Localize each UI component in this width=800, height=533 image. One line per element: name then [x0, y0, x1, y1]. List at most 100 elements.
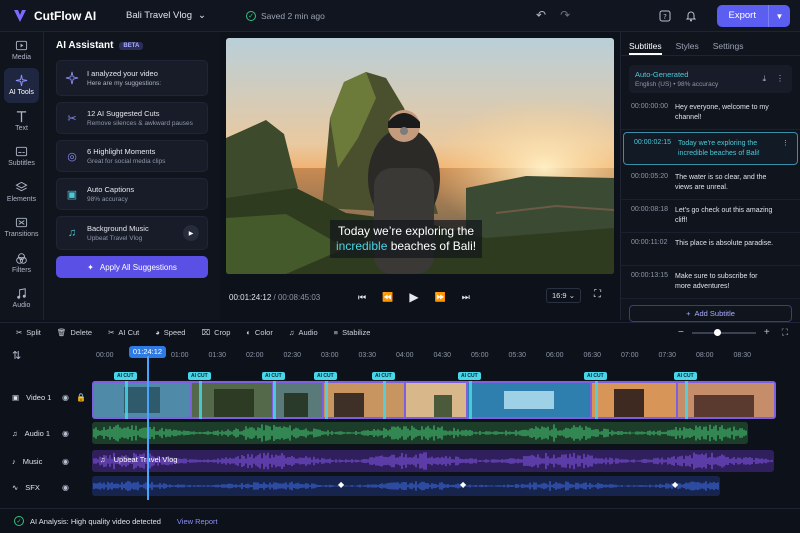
suggestion-captions[interactable]: ▣ Auto Captions 98% accuracy — [56, 178, 208, 210]
card-sub: Remove silences & awkward pauses — [87, 120, 193, 127]
suggestion-highlights[interactable]: ◎ 6 Highlight Moments Great for social me… — [56, 140, 208, 172]
fast-forward-icon[interactable]: ⏩ — [435, 292, 446, 303]
card-title: 6 Highlight Moments — [87, 147, 156, 156]
speed-tool[interactable]: ◕ Speed — [155, 328, 185, 337]
rail-elements[interactable]: Elements — [0, 174, 43, 210]
tab-settings[interactable]: Settings — [713, 41, 744, 55]
more-icon[interactable]: ⋮ — [776, 74, 784, 84]
subtitle-row[interactable]: 00:00:00:00 Hey everyone, welcome to my c… — [621, 97, 800, 130]
music-clip[interactable]: ♫ Upbeat Travel Vlog — [92, 450, 774, 472]
ai-cut-marker[interactable]: AI CUT — [314, 372, 337, 380]
zoom-in-icon[interactable]: + — [764, 327, 770, 338]
keyframe-diamond[interactable]: ◆ — [338, 480, 344, 489]
subtitle-text: Make sure to subscribe for more adventur… — [675, 273, 758, 290]
ai-cut-marker[interactable]: AI CUT — [114, 372, 137, 380]
view-report-link[interactable]: View Report — [177, 517, 218, 526]
ruler-tick: 01:30 — [208, 352, 227, 359]
logo[interactable]: CutFlow AI — [12, 8, 116, 24]
rail-subtitles[interactable]: Subtitles — [0, 139, 43, 175]
zoom-handle[interactable] — [713, 328, 721, 336]
tool-label: Speed — [163, 328, 186, 337]
project-selector[interactable]: Bali Travel Vlog ⌄ — [126, 10, 226, 21]
apply-all-label: Apply All Suggestions — [99, 262, 177, 272]
subtitle-row[interactable]: 00:00:13:15 Make sure to subscribe for mo… — [621, 266, 800, 299]
suggestion-music[interactable]: ♫ Background Music Upbeat Travel Vlog ▶ — [56, 216, 208, 250]
collapse-icon[interactable]: ⇅ — [12, 349, 21, 362]
suggestion-cuts[interactable]: ✂ 12 AI Suggested Cuts Remove silences & … — [56, 102, 208, 134]
lock-icon[interactable]: 🔒 — [76, 393, 86, 402]
fullscreen-icon[interactable]: ⛶ — [594, 289, 601, 300]
rail-text[interactable]: Text — [0, 103, 43, 139]
undo-icon[interactable]: ↶ — [536, 8, 546, 22]
ai-cut-marker[interactable]: AI CUT — [372, 372, 395, 380]
ai-cut-marker[interactable]: AI CUT — [188, 372, 211, 380]
time-separator: / — [273, 292, 276, 302]
music-clip-label: ♫ Upbeat Travel Vlog — [100, 455, 177, 464]
ai-cut-line — [595, 381, 598, 419]
crop-icon: ⌧ — [201, 328, 211, 337]
download-icon[interactable]: ⤓ — [762, 74, 766, 84]
zoom-out-icon[interactable]: − — [678, 327, 684, 338]
visibility-icon[interactable]: ◉ — [62, 393, 69, 402]
rail-media[interactable]: Media — [0, 32, 43, 68]
subtitle-text: Hey everyone, welcome to my channel! — [675, 104, 769, 121]
subtitle-row[interactable]: 00:00:08:18 Let's go check out this amazi… — [621, 200, 800, 233]
help-icon[interactable]: ? — [657, 8, 673, 24]
redo-icon[interactable]: ↷ — [560, 8, 570, 22]
rail-label: Media — [11, 53, 32, 61]
export-button[interactable]: Export ▼ — [716, 5, 790, 27]
add-subtitle-button[interactable]: + Add Subtitle — [629, 305, 792, 322]
play-preview-icon[interactable]: ▶ — [183, 225, 199, 241]
subtitle-time: 00:00:11:02 — [631, 239, 668, 246]
visibility-icon[interactable]: ◉ — [62, 429, 69, 438]
subtitle-row[interactable]: 00:00:05:20 The water is so clear, and th… — [621, 167, 800, 200]
crop-tool[interactable]: ⌧ Crop — [201, 328, 230, 337]
ai-cut-marker[interactable]: AI CUT — [674, 372, 697, 380]
aspect-ratio-select[interactable]: 16:9 ⌄ — [546, 288, 581, 303]
more-icon[interactable]: ⋮ — [782, 139, 789, 164]
subtitle-text: This place is absolute paradise. — [675, 240, 774, 247]
zoom-slider[interactable] — [691, 328, 756, 336]
ai-cut-tool[interactable]: ✂ AI Cut — [108, 328, 139, 337]
tab-subtitles[interactable]: Subtitles — [629, 41, 662, 55]
delete-tool[interactable]: 🗑 Delete — [57, 328, 92, 337]
rewind-icon[interactable]: ⏪ — [382, 292, 393, 303]
timeline-ruler[interactable]: ⇅ 00:0000:3001:0001:3002:0002:3003:0003:… — [0, 344, 800, 366]
ai-cut-line — [125, 381, 128, 419]
audio-tool[interactable]: ♫ Audio — [289, 328, 318, 337]
subtitle-row[interactable]: 00:00:11:02 This place is absolute paradi… — [621, 233, 800, 266]
keyframe-diamond[interactable]: ◆ — [460, 480, 466, 489]
video-clip-strip[interactable] — [92, 381, 776, 419]
track-music: ♪ Music ◉ ♫ Upbeat Travel Vlog — [0, 450, 800, 476]
fit-timeline-icon[interactable]: ⛶ — [782, 327, 788, 338]
skip-end-icon[interactable]: ⏭ — [462, 292, 470, 303]
split-tool[interactable]: ✂ Split — [16, 328, 41, 337]
ai-cut-marker[interactable]: AI CUT — [262, 372, 285, 380]
gauge-icon: ◕ — [155, 328, 160, 337]
ai-cut-marker[interactable]: AI CUT — [458, 372, 481, 380]
playhead-line[interactable] — [147, 356, 149, 500]
tab-styles[interactable]: Styles — [676, 41, 699, 55]
rail-ai-tools[interactable]: AI Tools — [4, 67, 39, 103]
ruler-tick: 06:00 — [546, 352, 564, 359]
subtitle-row[interactable]: 00:00:02:15 Today we're exploring the inc… — [623, 132, 798, 165]
play-icon[interactable]: ▶ — [409, 290, 418, 304]
rail-filters[interactable]: Filters — [0, 245, 43, 281]
card-title: 12 AI Suggested Cuts — [87, 109, 160, 118]
rail-audio[interactable]: Audio — [0, 281, 43, 317]
visibility-icon[interactable]: ◉ — [62, 457, 69, 466]
apply-all-button[interactable]: ✦ Apply All Suggestions — [56, 256, 208, 278]
visibility-icon[interactable]: ◉ — [62, 483, 69, 492]
skip-start-icon[interactable]: ⏮ — [358, 292, 366, 303]
stabilize-tool[interactable]: ≡ Stabilize — [334, 328, 371, 337]
bell-icon[interactable] — [683, 8, 699, 24]
audio-clip[interactable] — [92, 422, 748, 444]
video-preview[interactable]: Today we’re exploring the incredible bea… — [226, 38, 614, 274]
keyframe-diamond[interactable]: ◆ — [672, 480, 678, 489]
color-tool[interactable]: ◐ Color — [246, 328, 272, 337]
export-menu-chevron-icon[interactable]: ▼ — [768, 5, 790, 27]
ai-cut-line — [199, 381, 202, 419]
sfx-clip[interactable]: ◆ ◆ ◆ — [92, 476, 720, 496]
ai-cut-marker[interactable]: AI CUT — [584, 372, 607, 380]
rail-transitions[interactable]: Transitions — [0, 210, 43, 246]
